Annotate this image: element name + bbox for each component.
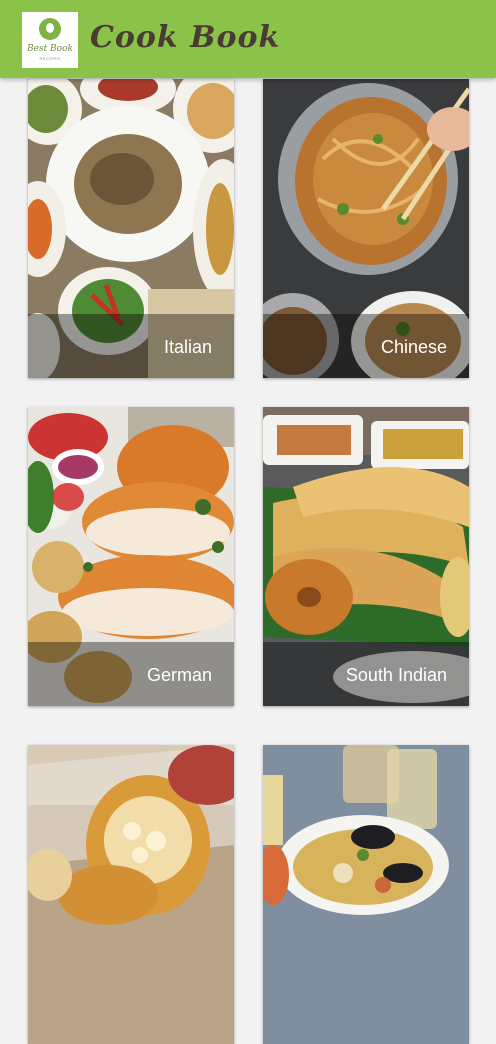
card-caption-bar: Italian bbox=[28, 314, 234, 378]
category-label: Chinese bbox=[380, 337, 447, 357]
app-logo: Best Book RECIPES bbox=[22, 12, 78, 68]
category-card-italian[interactable]: Italian bbox=[28, 79, 234, 378]
logo-mark-icon bbox=[39, 18, 61, 40]
category-label: German bbox=[146, 665, 212, 685]
category-card-south-indian[interactable]: South Indian bbox=[263, 407, 469, 706]
app-title: Cook Book bbox=[90, 20, 281, 55]
logo-text: Best Book bbox=[27, 44, 73, 54]
category-image-6 bbox=[263, 745, 469, 1044]
category-image-5 bbox=[28, 745, 234, 1044]
category-label: South Indian bbox=[345, 665, 447, 685]
app-bar: Best Book RECIPES Cook Book bbox=[0, 0, 496, 78]
category-card-6[interactable] bbox=[263, 745, 469, 1044]
category-grid: Italian Chinese German South Indian bbox=[0, 0, 496, 1044]
card-caption-bar: South Indian bbox=[263, 642, 469, 706]
logo-subtext: RECIPES bbox=[39, 56, 61, 61]
category-card-german[interactable]: German bbox=[28, 407, 234, 706]
card-caption-bar: German bbox=[28, 642, 234, 706]
card-caption-bar: Chinese bbox=[263, 314, 469, 378]
category-label: Italian bbox=[163, 337, 212, 357]
category-card-chinese[interactable]: Chinese bbox=[263, 79, 469, 378]
category-card-5[interactable] bbox=[28, 745, 234, 1044]
